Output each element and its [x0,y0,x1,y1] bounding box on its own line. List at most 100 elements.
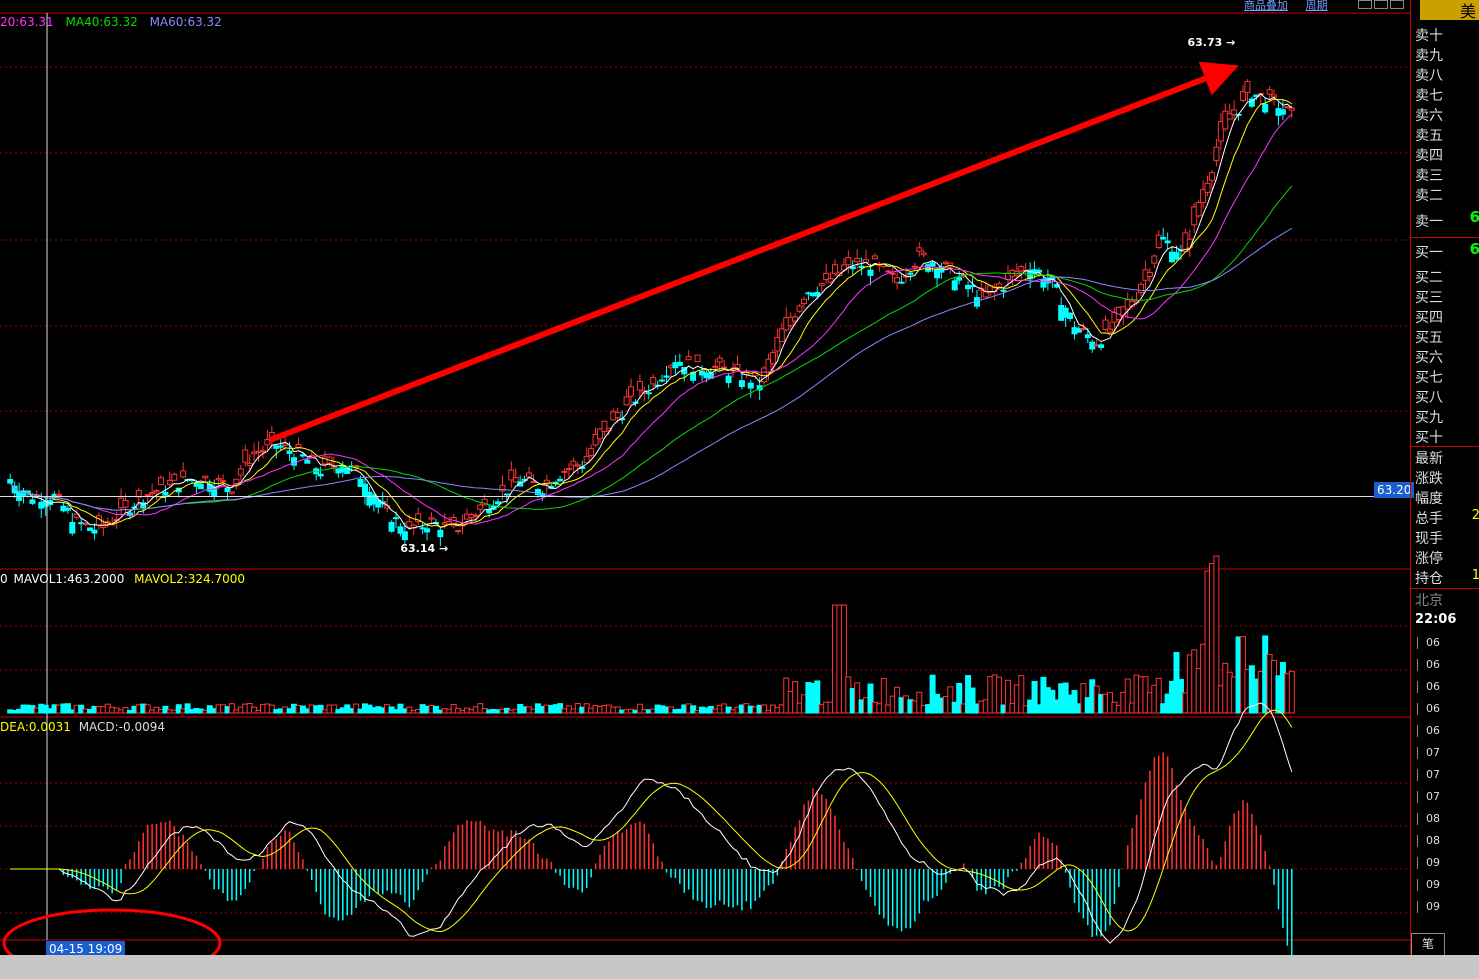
tick-row-5: 07 [1417,746,1440,759]
tick-time: 06 [1426,658,1440,671]
candle-body [233,478,240,485]
period-link[interactable]: 周期 [1306,0,1328,12]
tick-row-6: 07 [1417,768,1440,781]
candle-body [1000,289,1007,292]
ask-label-3: 卖七 [1415,88,1443,104]
kline-chart-svg[interactable]: 63.73 → 63.14 → [0,0,1410,955]
candle-body [162,491,169,496]
volume-bar [1288,670,1295,714]
candle-body [82,522,89,525]
ask-label-0: 卖十 [1415,28,1443,44]
ma20-legend: 20:63.31 [0,15,54,29]
ask1-value: 6 [1469,208,1479,226]
tick-row-7: 07 [1417,790,1440,803]
candle-body [149,492,156,495]
candle-body [277,445,284,448]
tick-time: 09 [1426,900,1440,913]
candle-body [486,509,493,514]
candle-body [135,489,142,498]
candle-body [716,357,723,363]
candle-body [738,380,745,388]
candle-body [885,270,892,273]
tick-row-2: 06 [1417,680,1440,693]
candle-body [1036,269,1043,273]
ma-legend: 20:63.31 MA40:63.32 MA60:63.32 [0,15,222,29]
bid-label-5: 买六 [1415,350,1443,366]
current-price-tag: 63.20 [1374,482,1415,498]
stats-ticks-divider [1411,588,1479,589]
candle-body [237,468,244,476]
ask-label-8: 卖二 [1415,188,1443,204]
candle-body [1288,107,1295,111]
candle-body [180,470,187,478]
ask-label-4: 卖六 [1415,108,1443,124]
bid-label-0: 买一 [1415,245,1443,261]
candle-body [814,291,821,297]
candle-body [202,475,209,479]
tick-bar [1417,747,1418,759]
candle-body [796,305,803,312]
tick-bar [1417,835,1418,847]
tick-time: 07 [1426,768,1440,781]
candle-body [694,354,701,362]
candle-body [282,443,289,446]
instrument-title: 美 [1420,0,1479,21]
tick-time: 09 [1426,856,1440,869]
candle-body [1271,94,1278,98]
candle-body [472,514,479,517]
candle-body [304,459,311,464]
candle-body [7,479,14,484]
ma10-line [9,98,1293,528]
candle-body [299,454,306,457]
tick-row-10: 09 [1417,856,1440,869]
maximize-icon[interactable] [1374,0,1388,9]
candle-body [854,258,861,263]
mavol2-legend: MAVOL2:324.7000 [134,572,246,586]
candle-body [565,467,572,471]
candle-body [628,386,635,397]
candle-body [55,493,62,496]
bid-label-1: 买二 [1415,270,1443,286]
tick-time: 06 [1426,724,1440,737]
restore-icon[interactable] [1358,0,1372,9]
candle-body [424,528,431,533]
candle-body [920,252,927,256]
candle-body [1208,172,1215,181]
candle-body [712,365,719,368]
candle-body [557,478,564,482]
candle-body [636,380,643,391]
candle-body [1262,103,1269,113]
candle-body [1138,283,1145,294]
ask-bid-divider [1411,237,1479,238]
candle-body [220,480,227,483]
diff-line [10,702,1293,944]
candle-body [907,272,914,275]
candle-body [969,285,976,288]
ask-label-9: 卖一 [1415,214,1443,230]
vol-legend-prefix: 0 [0,572,8,586]
tick-bar [1417,791,1418,803]
candle-body [645,392,652,395]
stat-label-5: 涨停 [1415,551,1443,567]
candle-body [827,278,834,283]
candle-body [871,255,878,260]
candle-body [623,396,630,406]
candle-body [69,522,76,534]
tick-tab[interactable]: 笔 [1411,933,1445,955]
tick-time: 07 [1426,746,1440,759]
bid-label-9: 买十 [1415,430,1443,446]
tick-row-1: 06 [1417,658,1440,671]
close-icon[interactable] [1390,0,1404,9]
tick-bar [1417,725,1418,737]
stat-value-3: 2 [1471,508,1479,523]
candle-body [295,443,302,448]
stat-label-4: 现手 [1415,531,1443,547]
kline-chart-area[interactable]: 63.73 → 63.14 → 20:63.31 MA40:63.32 MA60:… [0,0,1415,957]
tick-row-0: 06 [1417,636,1440,649]
candle-body [228,491,235,494]
overlay-link[interactable]: 商品叠加 [1244,0,1288,12]
order-book-sidebar: 美 卖十 卖九 卖八 卖七 卖六 卖五 卖四 卖三 卖二 卖一 6 买一 买二 买三 买四 买五 买六 买七买… [1410,0,1479,955]
candle-body [1151,255,1158,264]
candle-body [685,356,692,361]
trend-arrow [268,61,1239,443]
